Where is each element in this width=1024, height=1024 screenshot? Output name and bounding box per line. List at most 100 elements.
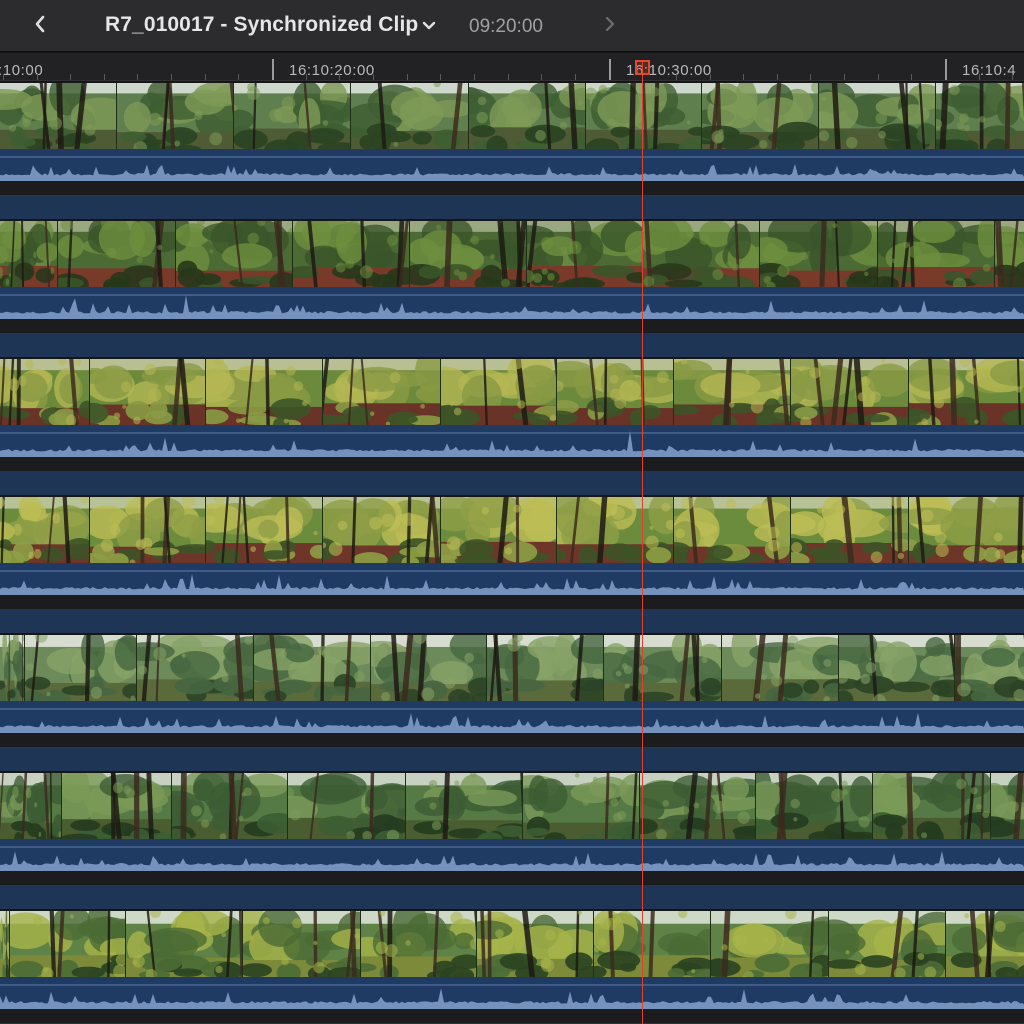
video-thumbnail xyxy=(0,221,58,287)
video-thumbnail xyxy=(406,773,523,839)
synchronized-clip-timeline: R7_010017 - Synchronized Clip 09:20:00 :… xyxy=(0,0,1024,1024)
video-filmstrip[interactable] xyxy=(0,221,1024,287)
lane-separator xyxy=(0,181,1024,195)
ruler-minor-tick xyxy=(171,74,173,80)
video-thumbnail xyxy=(0,359,90,425)
video-thumbnail xyxy=(361,911,477,977)
video-thumbnail xyxy=(25,635,137,701)
video-thumbnail xyxy=(557,359,674,425)
video-thumbnail xyxy=(90,359,206,425)
video-filmstrip[interactable] xyxy=(0,635,1024,701)
video-thumbnail xyxy=(839,635,955,701)
angle-lane-header[interactable] xyxy=(0,747,1024,771)
audio-waveform[interactable] xyxy=(0,977,1024,1009)
video-thumbnail xyxy=(604,635,722,701)
audio-waveform[interactable] xyxy=(0,563,1024,595)
video-filmstrip[interactable] xyxy=(0,83,1024,149)
audio-waveform[interactable] xyxy=(0,287,1024,319)
ruler-minor-tick xyxy=(574,74,576,80)
video-thumbnail xyxy=(323,497,441,563)
video-filmstrip[interactable] xyxy=(0,359,1024,425)
ruler-minor-tick xyxy=(877,74,879,80)
ruler-minor-tick xyxy=(473,74,475,80)
angle-lane[interactable] xyxy=(0,633,1024,771)
video-thumbnail xyxy=(760,221,878,287)
video-thumbnail xyxy=(234,83,351,149)
ruler-minor-tick xyxy=(776,74,778,80)
video-filmstrip[interactable] xyxy=(0,497,1024,563)
lane-separator xyxy=(0,733,1024,747)
video-thumbnail xyxy=(172,773,288,839)
video-thumbnail xyxy=(293,221,410,287)
ruler-major-tick xyxy=(609,59,611,80)
ruler-minor-tick xyxy=(305,74,307,80)
video-thumbnail xyxy=(90,497,206,563)
video-thumbnail xyxy=(0,911,10,977)
angle-lane-header[interactable] xyxy=(0,195,1024,219)
video-thumbnail xyxy=(137,635,254,701)
video-thumbnail xyxy=(410,221,527,287)
back-button[interactable] xyxy=(24,9,56,43)
video-thumbnail xyxy=(487,635,604,701)
ruler-minor-tick xyxy=(541,74,543,80)
video-thumbnail xyxy=(557,497,674,563)
video-thumbnail xyxy=(878,221,995,287)
ruler-minor-tick xyxy=(2,74,4,80)
audio-waveform[interactable] xyxy=(0,701,1024,733)
angle-lane[interactable] xyxy=(0,219,1024,357)
angle-lane[interactable] xyxy=(0,771,1024,909)
angle-lane-header[interactable] xyxy=(0,609,1024,633)
ruler-minor-tick xyxy=(137,74,139,80)
video-thumbnail xyxy=(254,635,371,701)
angle-lane[interactable] xyxy=(0,357,1024,495)
ruler-minor-tick xyxy=(339,74,341,80)
playhead[interactable] xyxy=(642,60,643,1024)
lane-separator xyxy=(0,871,1024,885)
forward-button[interactable] xyxy=(596,9,624,43)
video-thumbnail xyxy=(936,83,1024,149)
video-thumbnail xyxy=(909,359,1024,425)
lane-separator xyxy=(0,319,1024,333)
audio-waveform[interactable] xyxy=(0,839,1024,871)
video-thumbnail xyxy=(643,221,760,287)
ruler-minor-tick xyxy=(844,74,845,80)
video-thumbnail xyxy=(10,911,126,977)
audio-waveform[interactable] xyxy=(0,149,1024,181)
angle-lane-header[interactable] xyxy=(0,333,1024,357)
ruler-minor-tick xyxy=(406,74,408,80)
video-filmstrip[interactable] xyxy=(0,911,1024,977)
timeline-header: R7_010017 - Synchronized Clip 09:20:00 xyxy=(0,0,1024,52)
video-thumbnail xyxy=(586,83,702,149)
ruler-minor-tick xyxy=(743,74,745,80)
ruler-minor-tick xyxy=(238,74,240,80)
ruler-minor-tick xyxy=(36,74,38,80)
chevron-down-icon[interactable] xyxy=(420,18,438,34)
angle-lanes xyxy=(0,81,1024,1024)
video-thumbnail xyxy=(791,359,909,425)
video-thumbnail xyxy=(176,221,293,287)
video-thumbnail xyxy=(674,359,791,425)
video-thumbnail xyxy=(0,83,117,149)
ruler-minor-tick xyxy=(675,74,677,80)
clip-title[interactable]: R7_010017 - Synchronized Clip xyxy=(105,13,418,37)
timecode-ruler[interactable]: :10:00 16:10:20:00 16:10:30:00 16:10:4 xyxy=(0,53,1024,81)
angle-lane[interactable] xyxy=(0,81,1024,219)
ruler-major-tick xyxy=(272,59,274,80)
video-thumbnail xyxy=(371,635,487,701)
ruler-minor-tick xyxy=(372,74,374,80)
video-thumbnail xyxy=(126,911,243,977)
playhead-marker[interactable] xyxy=(635,60,650,75)
ruler-minor-tick xyxy=(911,74,913,80)
ruler-label: 16:10:4 xyxy=(962,62,1017,79)
video-filmstrip[interactable] xyxy=(0,773,1024,839)
angle-lane[interactable] xyxy=(0,909,1024,1024)
audio-waveform[interactable] xyxy=(0,425,1024,457)
ruler-minor-tick xyxy=(70,74,72,80)
video-thumbnail xyxy=(756,773,873,839)
video-thumbnail xyxy=(594,911,711,977)
angle-lane-header[interactable] xyxy=(0,471,1024,495)
angle-lane-header[interactable] xyxy=(0,885,1024,909)
video-thumbnail xyxy=(527,221,643,287)
video-thumbnail xyxy=(955,635,1024,701)
angle-lane[interactable] xyxy=(0,495,1024,633)
